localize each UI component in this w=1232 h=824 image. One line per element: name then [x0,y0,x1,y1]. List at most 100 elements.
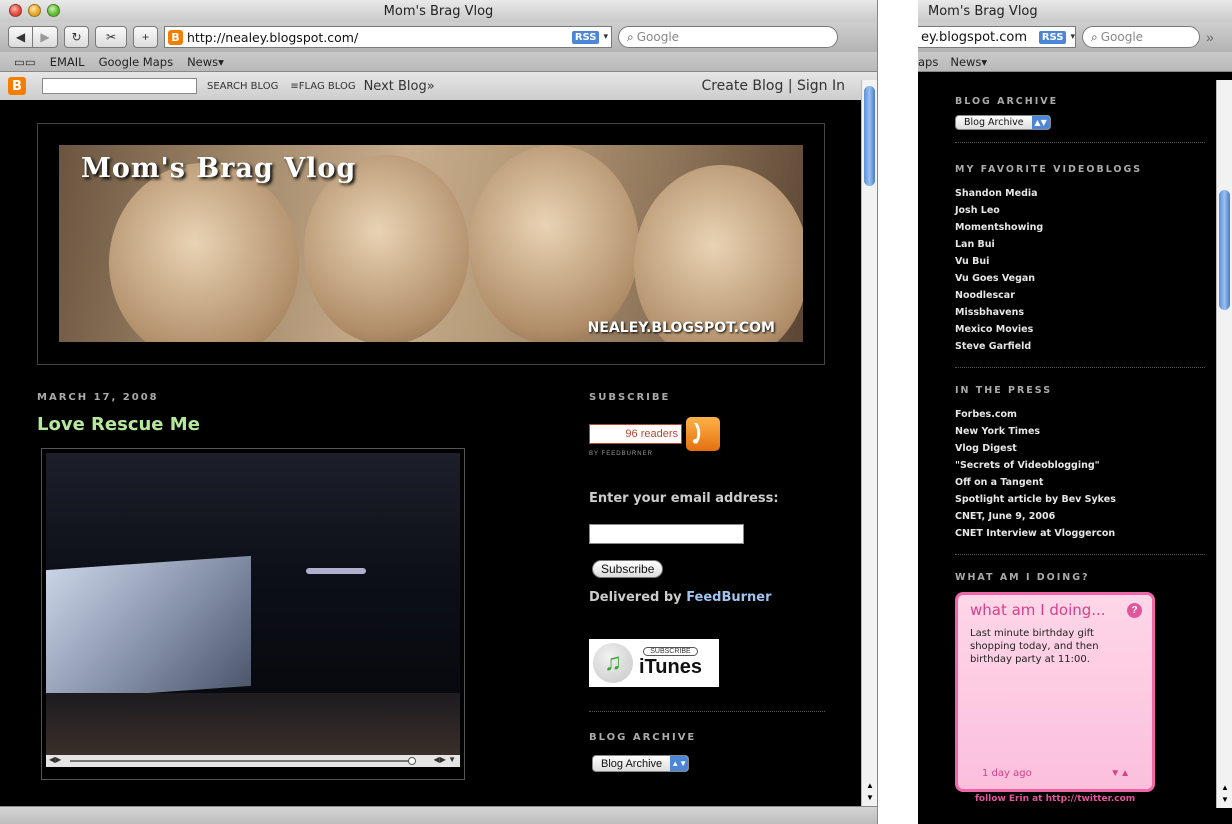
blog-archive-select[interactable]: Blog Archive ▲▼ [592,755,690,772]
vertical-scrollbar[interactable]: ▲ ▼ [861,80,877,806]
sign-in-link[interactable]: Sign In [797,78,845,94]
close-icon[interactable] [9,4,22,17]
overflow-chevron-icon[interactable]: » [1206,29,1214,45]
nav-buttons: ◀ ▶ [8,26,58,48]
bookmark-google-maps[interactable]: Google Maps [99,55,173,69]
chevron-down-icon: ▾ [218,54,224,69]
address-bar[interactable]: B http://nealey.blogspot.com/ RSS ▾ [164,26,612,48]
play-icon[interactable]: ◀▶ [49,755,61,764]
videoblog-link[interactable]: Josh Leo [955,202,1205,219]
blog-archive-select-secondary[interactable]: Blog Archive ▲▼ [955,115,1051,130]
rss-feed-icon[interactable]: ● ) [686,417,720,451]
post-date: MARCH 17, 2008 [37,392,159,403]
zoom-icon[interactable] [47,4,60,17]
reader-menu-icon-secondary[interactable]: ▾ [1070,32,1075,42]
scroll-down-icon[interactable]: ▼ [1221,795,1229,804]
videoblogs-list: Shandon Media Josh Leo Momentshowing Lan… [955,185,1205,355]
blogger-navbar: B SEARCH BLOG ≡FLAG BLOG Next Blog» Crea… [0,72,877,100]
post-title[interactable]: Love Rescue Me [37,414,200,435]
reader-menu-icon[interactable]: ▾ [603,32,608,42]
email-input[interactable] [589,524,744,544]
reader-count-badge[interactable]: 96 readers [589,424,682,444]
volume-icon[interactable]: ◀▶ ▼ [434,755,456,764]
videoblog-link[interactable]: Noodlescar [955,287,1205,304]
press-link[interactable]: Off on a Tangent [955,474,1205,491]
videoblog-link[interactable]: Mexico Movies [955,321,1205,338]
videoblogs-heading: MY FAVORITE VIDEOBLOGS [955,164,1143,175]
bookmark-email[interactable]: EMAIL [50,55,85,69]
browser-window-main: Mom's Brag Vlog ◀ ▶ ↻ ✂ + B http://neale… [0,0,878,824]
header-banner-image[interactable]: Mom's Brag Vlog NEALEY.BLOGSPOT.COM [59,145,803,342]
itunes-note-icon: ♫ [593,643,633,683]
blogger-favicon-icon: B [168,29,183,45]
add-bookmark-button[interactable]: + [133,26,158,48]
scroll-down-icon[interactable]: ▼ [866,793,874,802]
snapback-button[interactable]: ✂ [95,26,127,48]
scrollbar-thumb[interactable] [864,86,875,186]
scroll-up-icon[interactable]: ▲ [1221,783,1229,792]
twitter-follow-link[interactable]: follow Erin at http://twitter.com [975,794,1135,804]
videoblog-link[interactable]: Vu Goes Vegan [955,270,1205,287]
itunes-subscribe-button[interactable]: ♫ SUBSCRIBE iTunes [589,639,719,687]
subscribe-button[interactable]: Subscribe [592,560,664,578]
forward-button[interactable]: ▶ [33,26,58,48]
video-scrub-handle[interactable] [408,757,416,765]
press-link[interactable]: New York Times [955,423,1205,440]
flag-blog-link[interactable]: ≡FLAG BLOG [290,81,355,92]
search-blog-button[interactable]: SEARCH BLOG [207,81,278,92]
press-link[interactable]: "Secrets of Videoblogging" [955,457,1205,474]
press-link[interactable]: CNET Interview at Vloggercon [955,525,1205,542]
stage-band [46,693,460,755]
press-link[interactable]: Vlog Digest [955,440,1205,457]
bookmark-news[interactable]: News▾ [187,55,224,69]
press-link[interactable]: CNET, June 9, 2006 [955,508,1205,525]
snapback-icon: ✂ [105,30,117,44]
blog-archive-heading: BLOG ARCHIVE [589,732,697,743]
twitter-timestamp[interactable]: 1 day ago [982,768,1032,779]
reload-button[interactable]: ↻ [64,26,89,48]
video-controls[interactable]: ◀▶ ◀▶ ▼ [46,755,460,767]
minimize-icon[interactable] [28,4,41,17]
video-frame[interactable]: ◀▶ ◀▶ ▼ [46,453,460,767]
blogger-logo-icon[interactable]: B [8,77,26,95]
scrollbar-thumb-secondary[interactable] [1219,190,1230,310]
press-section: IN THE PRESS Forbes.com New York Times V… [955,385,1205,555]
videoblog-link[interactable]: Missbhavens [955,304,1205,321]
next-blog-link[interactable]: Next Blog» [364,79,435,94]
videoblog-link[interactable]: Momentshowing [955,219,1205,236]
navbar-separator: | [787,78,793,94]
bookmark-news-secondary[interactable]: News▾ [950,55,987,69]
create-blog-link[interactable]: Create Blog [701,78,783,94]
browser-window-secondary: Mom's Brag Vlog ey.blogspot.com RSS ▾ ⌕ … [918,0,1232,824]
rss-badge[interactable]: RSS [571,30,600,44]
back-button[interactable]: ◀ [8,26,33,48]
title-bar[interactable]: Mom's Brag Vlog [0,0,877,22]
videoblog-link[interactable]: Shandon Media [955,185,1205,202]
window-title: Mom's Brag Vlog [383,3,494,19]
search-field-secondary[interactable]: ⌕ Google [1082,26,1200,48]
address-bar-secondary[interactable]: ey.blogspot.com RSS ▾ [918,26,1076,48]
itunes-label: iTunes [639,656,702,678]
bookmark-maps-secondary[interactable]: aps [918,55,938,69]
press-link[interactable]: Forbes.com [955,406,1205,423]
feedburner-link[interactable]: FeedBurner [686,590,771,605]
videoblog-link[interactable]: Lan Bui [955,236,1205,253]
rss-badge-secondary[interactable]: RSS [1038,30,1067,44]
blog-search-input[interactable] [42,78,197,94]
videoblog-link[interactable]: Steve Garfield [955,338,1205,355]
vertical-scrollbar-secondary[interactable]: ▲ ▼ [1216,80,1232,808]
video-player[interactable]: ◀▶ ◀▶ ▼ [41,448,465,780]
title-bar-secondary[interactable]: Mom's Brag Vlog [918,0,1232,22]
videoblog-link[interactable]: Vu Bui [955,253,1205,270]
press-link[interactable]: Spotlight article by Bev Sykes [955,491,1205,508]
window-controls [9,4,60,17]
blog-page-secondary: BLOG ARCHIVE Blog Archive ▲▼ MY FAVORITE… [918,80,1216,824]
feedburner-widget[interactable]: 96 readers ● ) [589,417,825,451]
search-field[interactable]: ⌕ Google [618,26,838,48]
scroll-up-icon[interactable]: ▲ [866,781,874,790]
video-progress-track[interactable] [70,760,410,762]
twitter-nav-icon[interactable]: ▼▲ [1110,768,1130,779]
help-icon[interactable]: ? [1127,603,1142,618]
family-photo [109,163,299,342]
book-icon[interactable]: ▭▭ [14,55,36,69]
